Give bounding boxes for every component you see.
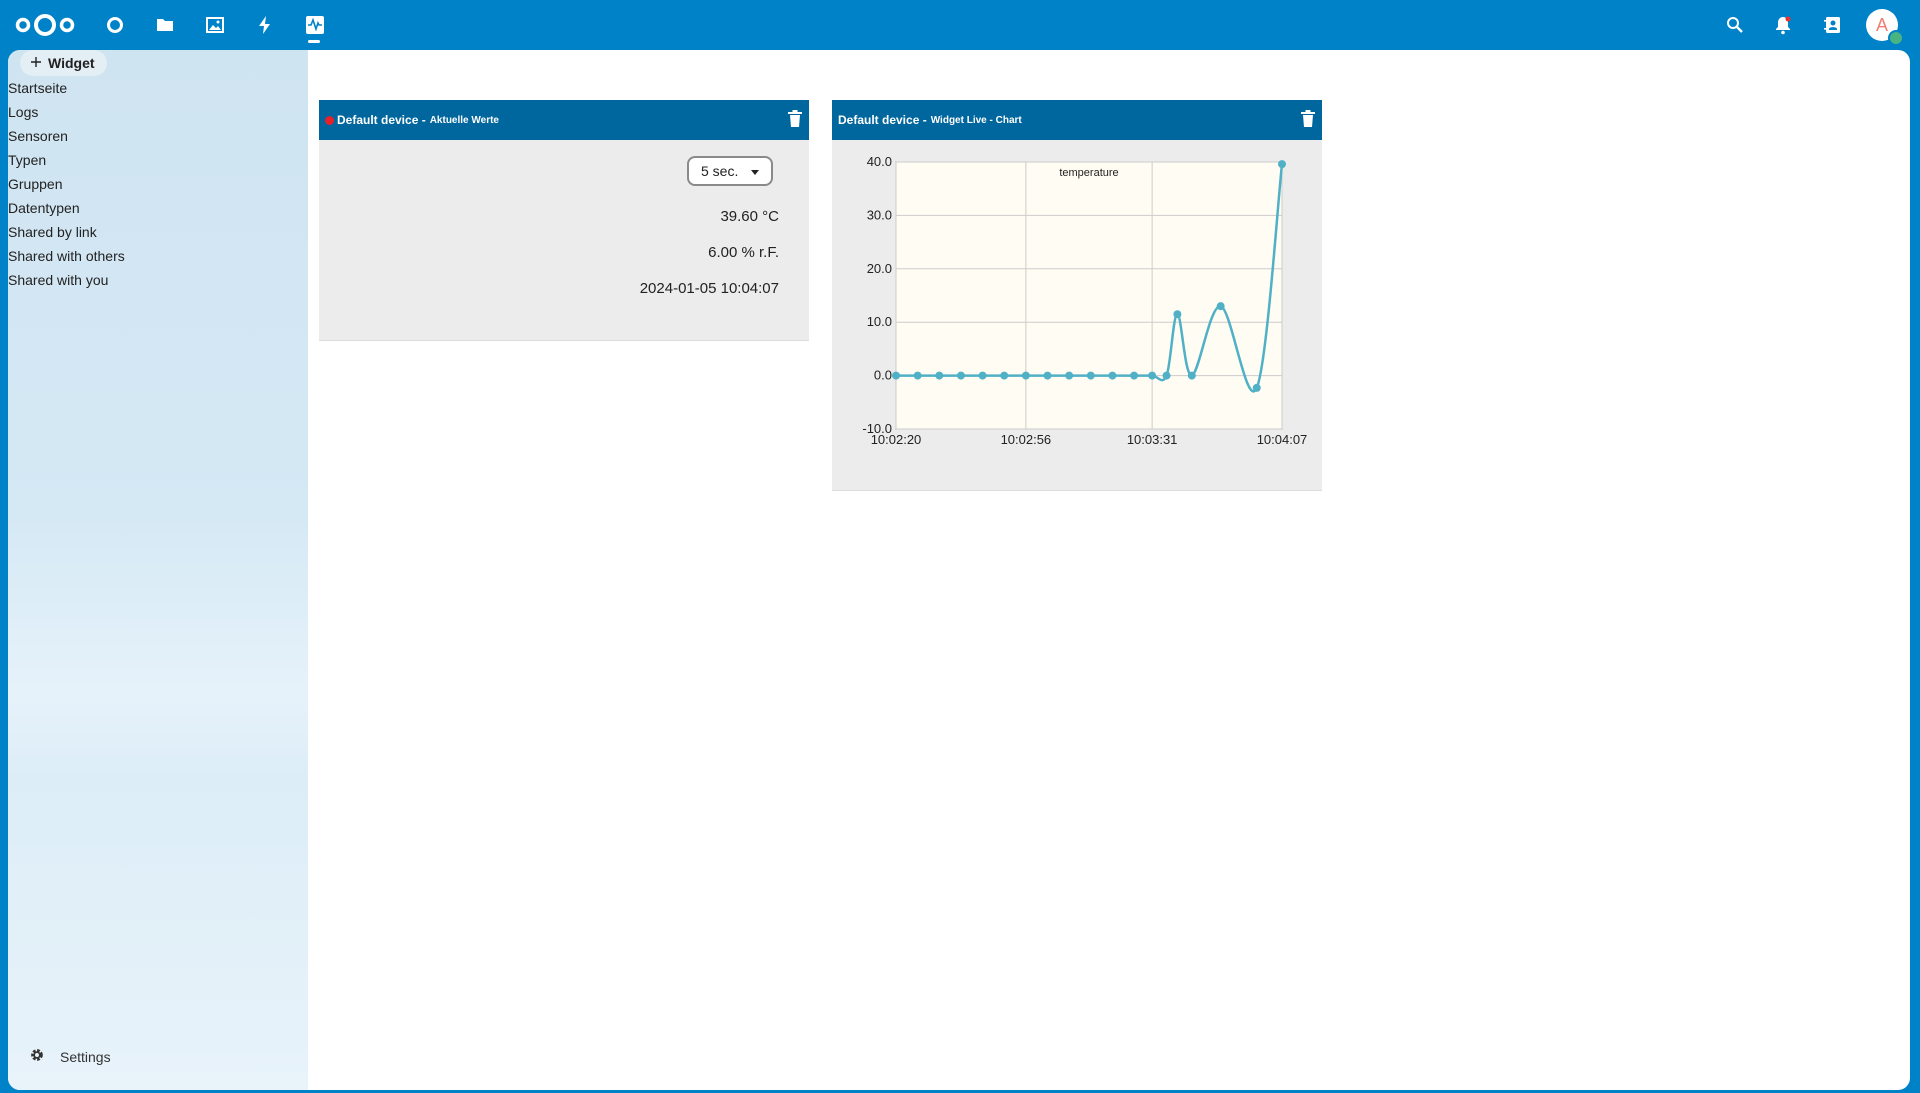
data-point bbox=[1021, 371, 1030, 380]
add-widget-button[interactable]: Widget bbox=[20, 50, 107, 76]
contacts-icon[interactable] bbox=[1818, 10, 1848, 40]
y-tick-label: 20.0 bbox=[867, 261, 892, 276]
data-point bbox=[1065, 371, 1074, 380]
data-point bbox=[978, 371, 987, 380]
sidebar-item-startseite[interactable]: Startseite bbox=[8, 76, 125, 100]
widget-device-name: Default device - bbox=[337, 113, 426, 127]
widget-header: Default device - Widget Live - Chart bbox=[832, 100, 1322, 140]
trash-icon[interactable] bbox=[787, 110, 803, 128]
widget-header: Default device - Aktuelle Werte bbox=[319, 100, 809, 140]
settings-button[interactable]: Settings bbox=[28, 1046, 111, 1067]
data-point bbox=[1216, 302, 1225, 311]
humidity-value: 6.00 % r.F. bbox=[708, 244, 779, 261]
sidebar-item-logs[interactable]: Logs bbox=[8, 100, 125, 124]
current-values-widget: Default device - Aktuelle Werte 5 sec. 3… bbox=[319, 100, 809, 341]
chevron-down-icon bbox=[751, 170, 759, 175]
data-point bbox=[1043, 371, 1052, 380]
widget-title: Widget Live - Chart bbox=[930, 114, 1022, 126]
y-tick-label: 40.0 bbox=[867, 154, 892, 169]
interval-select[interactable]: 5 sec. bbox=[687, 156, 773, 186]
sidebar-item-shared-with-others[interactable]: Shared with others bbox=[8, 244, 125, 268]
widget-device-name: Default device - bbox=[838, 113, 927, 127]
data-point bbox=[1173, 310, 1182, 319]
dashboard-icon[interactable] bbox=[100, 10, 130, 40]
active-app-indicator bbox=[308, 40, 320, 43]
data-point bbox=[1086, 371, 1095, 380]
online-status-icon bbox=[1888, 30, 1904, 46]
y-tick-label: 0.0 bbox=[874, 368, 892, 383]
data-point bbox=[1252, 383, 1261, 392]
x-tick-label: 10:02:56 bbox=[1001, 432, 1052, 447]
x-tick-label: 10:02:20 bbox=[871, 432, 922, 447]
sidebar-nav: Startseite Logs Sensoren Typen Gruppen D… bbox=[8, 76, 125, 292]
data-point bbox=[1130, 371, 1139, 380]
sensor-app-icon[interactable] bbox=[300, 10, 330, 40]
sidebar: Widget Startseite Logs Sensoren Typen Gr… bbox=[8, 50, 308, 1090]
data-point bbox=[1148, 371, 1157, 380]
data-point bbox=[1162, 371, 1171, 380]
temperature-chart: 40.030.020.010.00.0-10.010:02:20 10:02:56… bbox=[862, 154, 1308, 447]
data-point bbox=[1000, 371, 1009, 380]
y-tick-label: 30.0 bbox=[867, 207, 892, 222]
activity-icon[interactable] bbox=[250, 10, 280, 40]
temperature-value: 39.60 °C bbox=[720, 208, 779, 225]
plus-icon bbox=[30, 55, 42, 71]
y-tick-label: 10.0 bbox=[867, 314, 892, 329]
widget-title: Aktuelle Werte bbox=[429, 114, 499, 126]
status-dot-icon bbox=[325, 115, 334, 125]
data-point bbox=[1187, 371, 1196, 380]
top-header: A bbox=[0, 0, 1920, 50]
interval-select-value: 5 sec. bbox=[701, 163, 739, 179]
notifications-icon[interactable] bbox=[1768, 10, 1798, 40]
nextcloud-logo-icon[interactable] bbox=[14, 10, 76, 40]
data-point bbox=[1278, 160, 1286, 169]
trash-icon[interactable] bbox=[1300, 110, 1316, 128]
sidebar-item-gruppen[interactable]: Gruppen bbox=[8, 172, 125, 196]
data-point bbox=[1108, 371, 1117, 380]
x-tick-label: 10:04:07 bbox=[1257, 432, 1308, 447]
sidebar-item-shared-with-you[interactable]: Shared with you bbox=[8, 268, 125, 292]
settings-label: Settings bbox=[60, 1048, 111, 1065]
sidebar-item-typen[interactable]: Typen bbox=[8, 148, 125, 172]
gear-icon bbox=[28, 1046, 46, 1067]
sidebar-item-datentypen[interactable]: Datentypen bbox=[8, 196, 125, 220]
app-content: Widget Startseite Logs Sensoren Typen Gr… bbox=[8, 50, 1910, 1090]
files-icon[interactable] bbox=[150, 10, 180, 40]
plot-area bbox=[895, 161, 1283, 430]
add-widget-label: Widget bbox=[48, 55, 95, 71]
sidebar-item-shared-by-link[interactable]: Shared by link bbox=[8, 220, 125, 244]
data-point bbox=[956, 371, 965, 380]
photos-icon[interactable] bbox=[200, 10, 230, 40]
search-icon[interactable] bbox=[1720, 10, 1750, 40]
data-point bbox=[892, 371, 900, 380]
data-point bbox=[935, 371, 944, 380]
x-tick-label: 10:03:31 bbox=[1127, 432, 1178, 447]
legend-temperature: temperature bbox=[1059, 167, 1118, 179]
timestamp-value: 2024-01-05 10:04:07 bbox=[639, 280, 779, 297]
live-chart-widget: Default device - Widget Live - Chart 40.… bbox=[832, 100, 1322, 491]
sidebar-item-sensoren[interactable]: Sensoren bbox=[8, 124, 125, 148]
data-point bbox=[913, 371, 922, 380]
